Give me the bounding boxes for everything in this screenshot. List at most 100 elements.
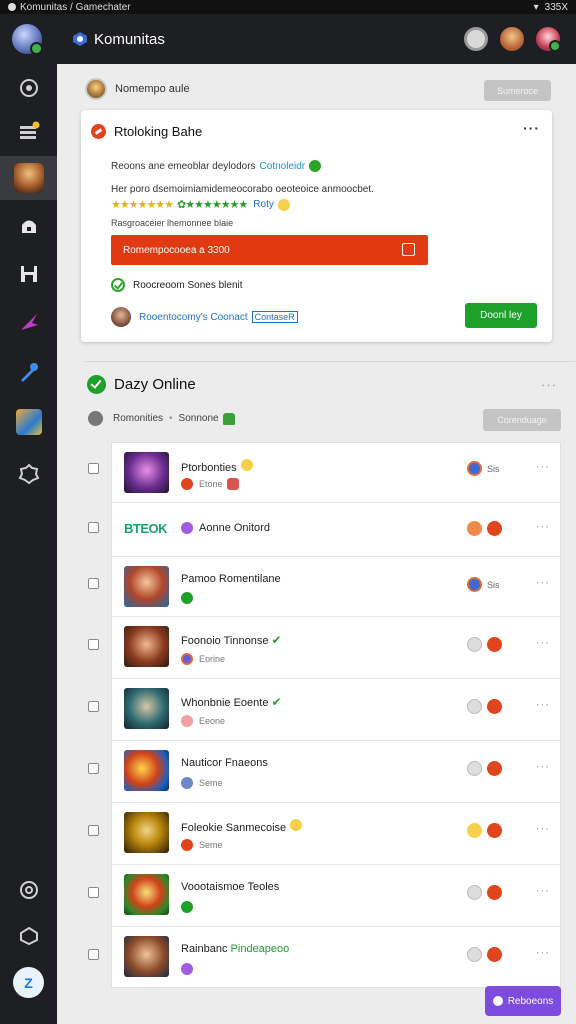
- list-item[interactable]: Foonoio Tinnonse ✔ Eorine ···: [88, 617, 560, 679]
- section-menu-button[interactable]: ···: [541, 377, 557, 392]
- post-title: Rtoloking Bahe: [91, 124, 202, 139]
- status-icon: [181, 839, 193, 851]
- settings-icon: [19, 881, 38, 899]
- game-icon: [15, 409, 42, 435]
- filter-check-icon[interactable]: [88, 411, 103, 426]
- green-stars-icon: ✿★★★★★★★: [177, 199, 248, 211]
- row-title-text: Aonne Onitord: [199, 522, 270, 534]
- reaction-icon: [467, 761, 482, 776]
- sidebar-item-profile[interactable]: [0, 156, 57, 200]
- fab-label: Reboeons: [507, 995, 554, 1007]
- external-link-icon: [402, 243, 415, 256]
- sidebar-item-game-1[interactable]: [0, 300, 57, 344]
- emoji-icon: [277, 198, 290, 211]
- row-subtitle: [181, 901, 199, 913]
- list-item[interactable]: Whonbnie Eoente ✔ Eeone ···: [88, 679, 560, 741]
- filter-a[interactable]: Romonities: [113, 413, 163, 424]
- post-link-1[interactable]: Cotnoleidr: [260, 161, 306, 172]
- list-item[interactable]: Foleokie Sanmecoise Seme ···: [88, 803, 560, 865]
- list-item[interactable]: Pamoo Romentilane Sis ···: [88, 557, 560, 617]
- post-checkbox[interactable]: Roocreoom Sones blenit: [111, 278, 243, 292]
- row-menu-button[interactable]: ···: [536, 823, 550, 835]
- row-meta: [467, 637, 502, 652]
- row-checkbox[interactable]: [88, 578, 99, 589]
- sort-button[interactable]: Corenduage: [483, 409, 561, 431]
- row-subtitle-text: Eeone: [199, 716, 226, 726]
- sidebar-item-more[interactable]: [0, 452, 57, 496]
- sidebar-item-discover[interactable]: [0, 66, 57, 110]
- post-user[interactable]: Rooentocomy's Coonact ContaseR: [111, 307, 298, 327]
- row-title-text: Foleokie Sanmecoise: [181, 822, 287, 834]
- post-link-2[interactable]: Roty: [253, 199, 274, 210]
- row-menu-button[interactable]: ···: [536, 637, 550, 649]
- sidebar-item-game-3[interactable]: [0, 400, 57, 444]
- sidebar-item-help[interactable]: [0, 914, 57, 958]
- add-community-button[interactable]: Z: [13, 967, 44, 998]
- profile-avatar[interactable]: [12, 24, 43, 55]
- list-item[interactable]: Voootaismoe Teoles ···: [88, 865, 560, 927]
- row-meta: [467, 761, 502, 776]
- status-right-text: 335X: [544, 1, 568, 13]
- list-item[interactable]: BTEOK Aonne Onitord ···: [88, 503, 560, 557]
- main-content: Nomempo aule Sumeroce Rtoloking Bahe ···…: [57, 64, 576, 1024]
- row-title: Foonoio Tinnonse ✔: [181, 633, 282, 647]
- status-icon: [181, 653, 193, 665]
- download-button[interactable]: Doonl ley: [465, 303, 537, 328]
- row-menu-button[interactable]: ···: [536, 947, 550, 959]
- list-item[interactable]: Ptorbonties Etone Sis ···: [88, 443, 560, 503]
- check-icon: [181, 901, 193, 913]
- user-avatar-icon[interactable]: [536, 27, 561, 52]
- row-checkbox[interactable]: [88, 639, 99, 650]
- list-item[interactable]: Rainbanc Pindeapeoo ···: [88, 927, 560, 989]
- floating-action-button[interactable]: Reboeons: [485, 986, 561, 1016]
- account-icon[interactable]: [464, 27, 488, 51]
- sidebar-item-store[interactable]: [0, 204, 57, 248]
- promo-banner[interactable]: Romempocooea a 3300: [111, 235, 428, 265]
- row-title-text: Ptorbonties: [181, 462, 237, 474]
- sidebar-item-save[interactable]: [0, 252, 57, 296]
- reaction-icon: [487, 699, 502, 714]
- sidebar-item-game-2[interactable]: [0, 350, 57, 394]
- announcement-button[interactable]: Sumeroce: [484, 80, 551, 101]
- row-checkbox[interactable]: [88, 887, 99, 898]
- magic-icon: [20, 314, 38, 330]
- row-menu-button[interactable]: ···: [536, 521, 550, 533]
- emoji-icon: [467, 823, 482, 838]
- post-line-4: Rasgroaceier lhemonnee blaie: [111, 218, 234, 228]
- friend-avatar-icon[interactable]: [500, 27, 524, 51]
- author-avatar[interactable]: [85, 78, 107, 100]
- row-checkbox[interactable]: [88, 763, 99, 774]
- post-title-text: Rtoloking Bahe: [114, 124, 203, 139]
- row-checkbox[interactable]: [88, 949, 99, 960]
- row-menu-button[interactable]: ···: [536, 577, 550, 589]
- row-menu-button[interactable]: ···: [536, 461, 550, 473]
- row-title-highlight: Pindeapeoo: [230, 943, 290, 955]
- brand[interactable]: Komunitas: [72, 31, 165, 48]
- row-menu-button[interactable]: ···: [536, 885, 550, 897]
- row-title: Voootaismoe Teoles: [181, 881, 280, 893]
- row-subtitle-text: Seme: [199, 840, 223, 850]
- sidebar-item-feed[interactable]: [0, 110, 57, 154]
- filter-b[interactable]: Sonnone: [179, 413, 219, 424]
- status-icon: [181, 478, 193, 490]
- verified-icon: [309, 160, 322, 172]
- row-meta-text: Sis: [487, 463, 500, 474]
- badge-icon: [467, 577, 482, 592]
- post-menu-button[interactable]: ···: [523, 120, 540, 136]
- row-menu-button[interactable]: ···: [536, 699, 550, 711]
- sidebar-item-settings[interactable]: [0, 868, 57, 912]
- row-checkbox[interactable]: [88, 463, 99, 474]
- row-subtitle-text: Eorine: [199, 654, 226, 664]
- row-checkbox[interactable]: [88, 825, 99, 836]
- author-name: Nomempo aule: [115, 83, 190, 95]
- fire-icon: [91, 124, 106, 139]
- game-thumbnail: [124, 936, 169, 977]
- list-item[interactable]: Nauticor Fnaeons Seme ···: [88, 741, 560, 803]
- row-menu-button[interactable]: ···: [536, 761, 550, 773]
- row-meta-text: Sis: [487, 579, 500, 590]
- hero-avatar-icon: [13, 163, 44, 193]
- row-checkbox[interactable]: [88, 522, 99, 533]
- status-icon: [181, 522, 193, 534]
- row-checkbox[interactable]: [88, 701, 99, 712]
- announcement-header: Nomempo aule: [85, 78, 190, 100]
